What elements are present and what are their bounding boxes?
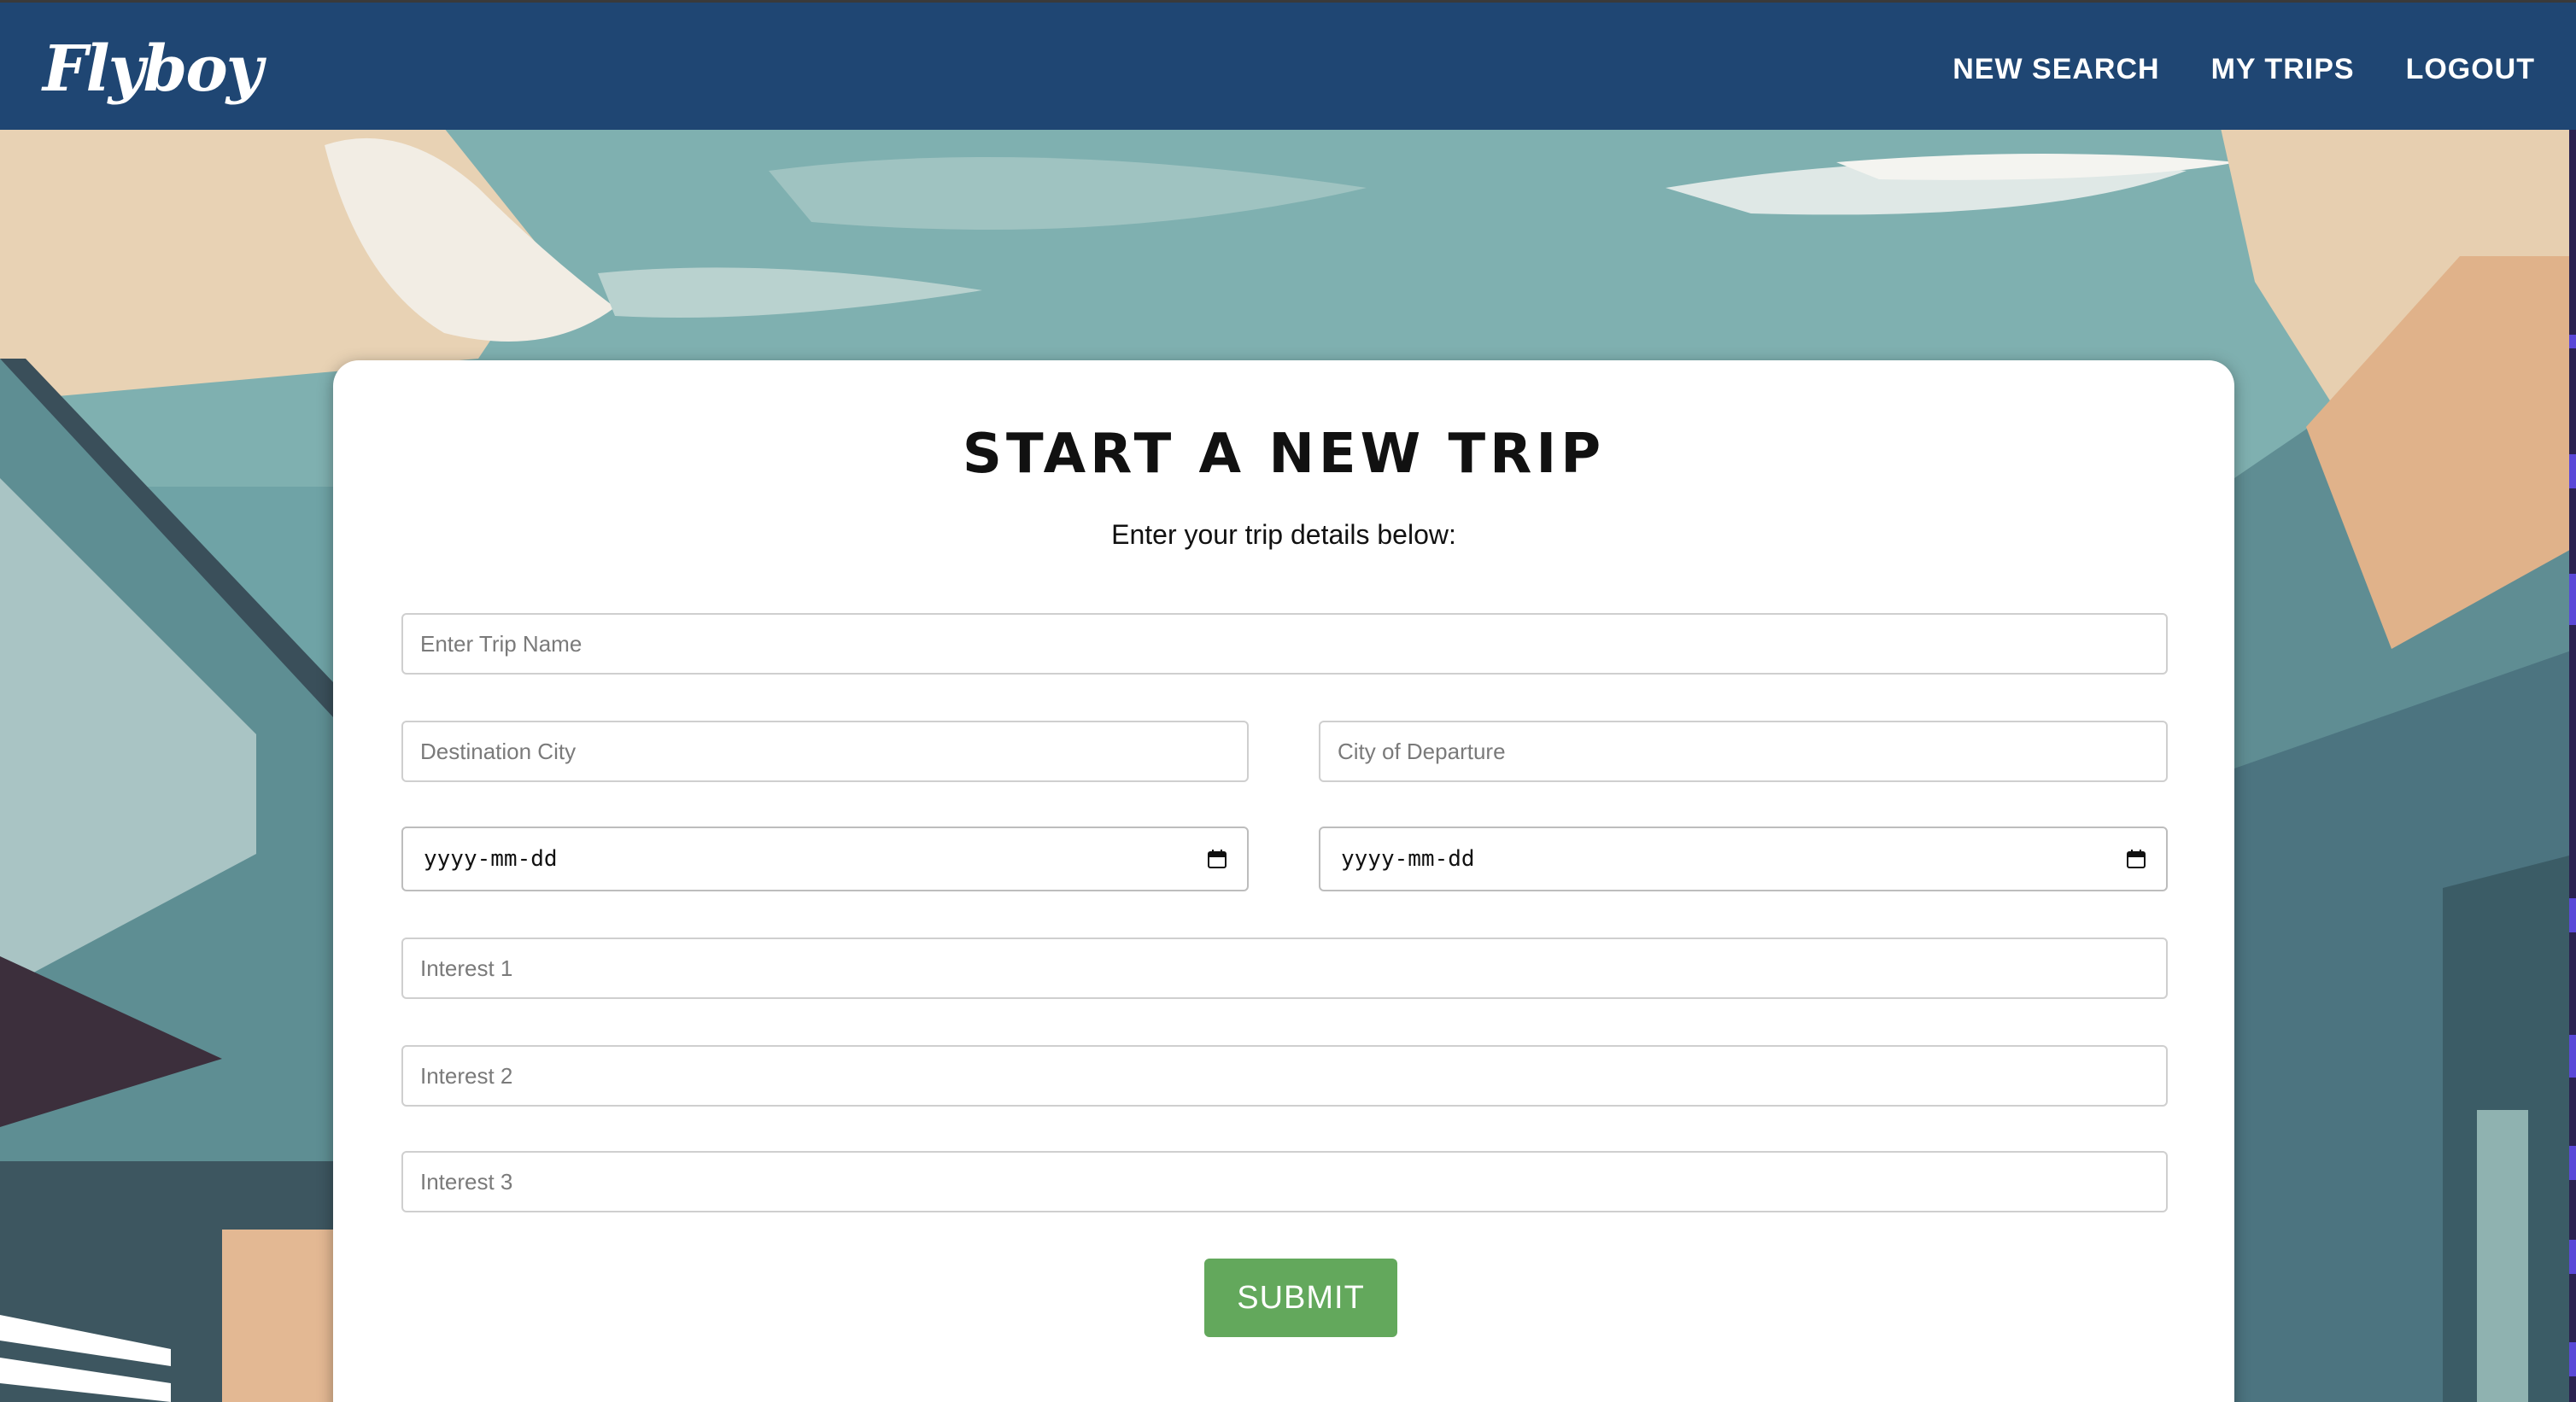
nav-links: NEW SEARCH MY TRIPS LOGOUT — [1952, 52, 2535, 86]
interest-1-input[interactable] — [401, 938, 2168, 999]
nav-my-trips[interactable]: MY TRIPS — [2211, 52, 2355, 86]
new-trip-card: START A NEW TRIP Enter your trip details… — [333, 360, 2234, 1402]
top-navbar: Flyboy NEW SEARCH MY TRIPS LOGOUT — [0, 0, 2576, 130]
nav-logout[interactable]: LOGOUT — [2406, 52, 2535, 86]
end-date-input[interactable]: yyyy-mm-dd — [1319, 827, 2168, 891]
form-title: START A NEW TRIP — [962, 423, 1606, 486]
brand-logo[interactable]: Flyboy — [43, 28, 263, 110]
calendar-icon[interactable] — [2127, 850, 2146, 868]
calendar-icon[interactable] — [1208, 850, 1227, 868]
form-subtitle: Enter your trip details below: — [1111, 519, 1456, 550]
interest-3-input[interactable] — [401, 1151, 2168, 1212]
interest-2-input[interactable] — [401, 1045, 2168, 1107]
start-date-text: yyyy-mm-dd — [424, 846, 558, 872]
destination-city-input[interactable] — [401, 721, 1249, 782]
trip-name-input[interactable] — [401, 613, 2168, 675]
window-edge-strip — [2569, 130, 2576, 1402]
end-date-text: yyyy-mm-dd — [1341, 846, 1475, 872]
nav-new-search[interactable]: NEW SEARCH — [1952, 52, 2159, 86]
start-date-input[interactable]: yyyy-mm-dd — [401, 827, 1249, 891]
departure-city-input[interactable] — [1319, 721, 2168, 782]
submit-button[interactable]: SUBMIT — [1204, 1259, 1397, 1337]
